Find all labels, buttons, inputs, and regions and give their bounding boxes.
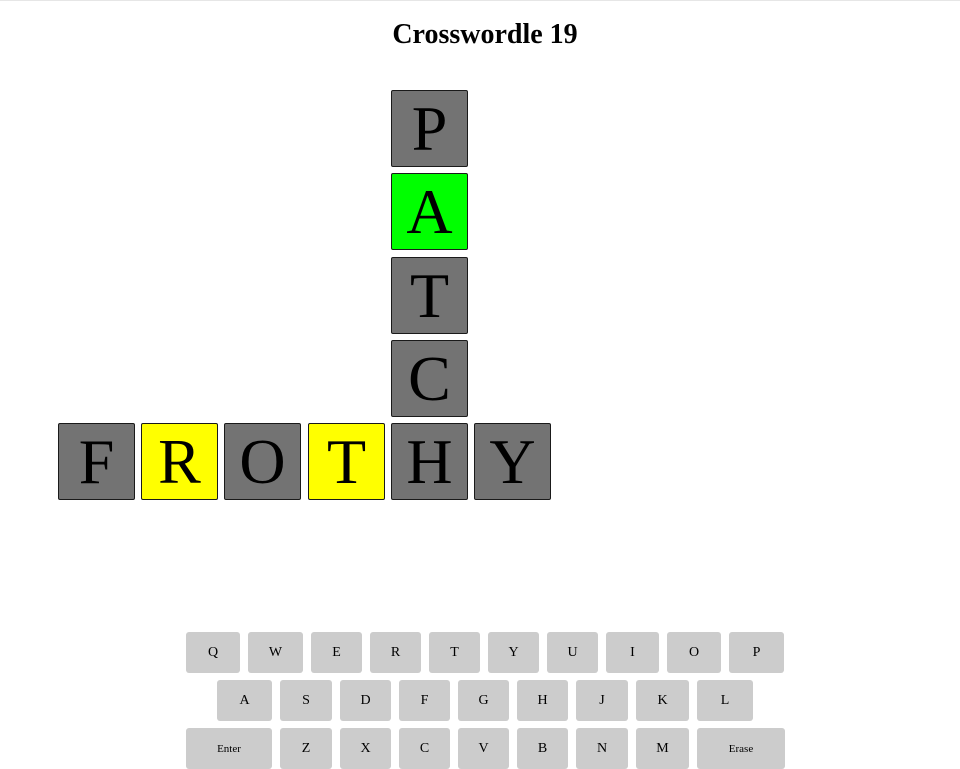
tile-horizontal-4: T xyxy=(308,423,385,500)
key-b[interactable]: B xyxy=(517,728,568,769)
key-i[interactable]: I xyxy=(606,632,659,673)
enter-button[interactable]: Enter xyxy=(186,728,272,769)
key-x[interactable]: X xyxy=(340,728,391,769)
tile-horizontal-6: Y xyxy=(474,423,551,500)
key-f[interactable]: F xyxy=(399,680,450,721)
page-title: Crosswordle 19 xyxy=(392,19,578,50)
tile-horizontal-2: R xyxy=(141,423,218,500)
key-v[interactable]: V xyxy=(458,728,509,769)
tile-vertical-3: T xyxy=(391,257,468,334)
key-t[interactable]: T xyxy=(429,632,480,673)
tile-letter: R xyxy=(158,425,201,497)
tile-horizontal-5: H xyxy=(391,423,468,500)
key-o[interactable]: O xyxy=(667,632,721,673)
key-q[interactable]: Q xyxy=(186,632,240,673)
erase-button[interactable]: Erase xyxy=(697,728,785,769)
tile-horizontal-3: O xyxy=(224,423,301,500)
key-m[interactable]: M xyxy=(636,728,689,769)
key-j[interactable]: J xyxy=(576,680,628,721)
key-d[interactable]: D xyxy=(340,680,391,721)
key-u[interactable]: U xyxy=(547,632,598,673)
tile-horizontal-1: F xyxy=(58,423,135,500)
key-z[interactable]: Z xyxy=(280,728,332,769)
key-c[interactable]: C xyxy=(399,728,450,769)
tile-letter: T xyxy=(326,425,367,497)
key-n[interactable]: N xyxy=(576,728,628,769)
key-l[interactable]: L xyxy=(697,680,753,721)
tile-vertical-1: P xyxy=(391,90,468,167)
key-s[interactable]: S xyxy=(280,680,332,721)
key-g[interactable]: G xyxy=(458,680,509,721)
key-h[interactable]: H xyxy=(517,680,568,721)
key-e[interactable]: E xyxy=(311,632,362,673)
tile-letter: F xyxy=(78,425,115,497)
key-k[interactable]: K xyxy=(636,680,689,721)
key-y[interactable]: Y xyxy=(488,632,539,673)
tile-letter: T xyxy=(409,259,450,331)
tile-letter: A xyxy=(406,175,453,247)
key-r[interactable]: R xyxy=(370,632,421,673)
key-w[interactable]: W xyxy=(248,632,303,673)
tile-letter: C xyxy=(408,342,451,414)
tile-letter: P xyxy=(411,92,448,164)
key-a[interactable]: A xyxy=(217,680,272,721)
key-p[interactable]: P xyxy=(729,632,784,673)
tile-vertical-2: A xyxy=(391,173,468,250)
tile-vertical-4: C xyxy=(391,340,468,417)
tile-letter: Y xyxy=(489,425,536,497)
tile-letter: O xyxy=(239,425,286,497)
tile-letter: H xyxy=(406,425,453,497)
